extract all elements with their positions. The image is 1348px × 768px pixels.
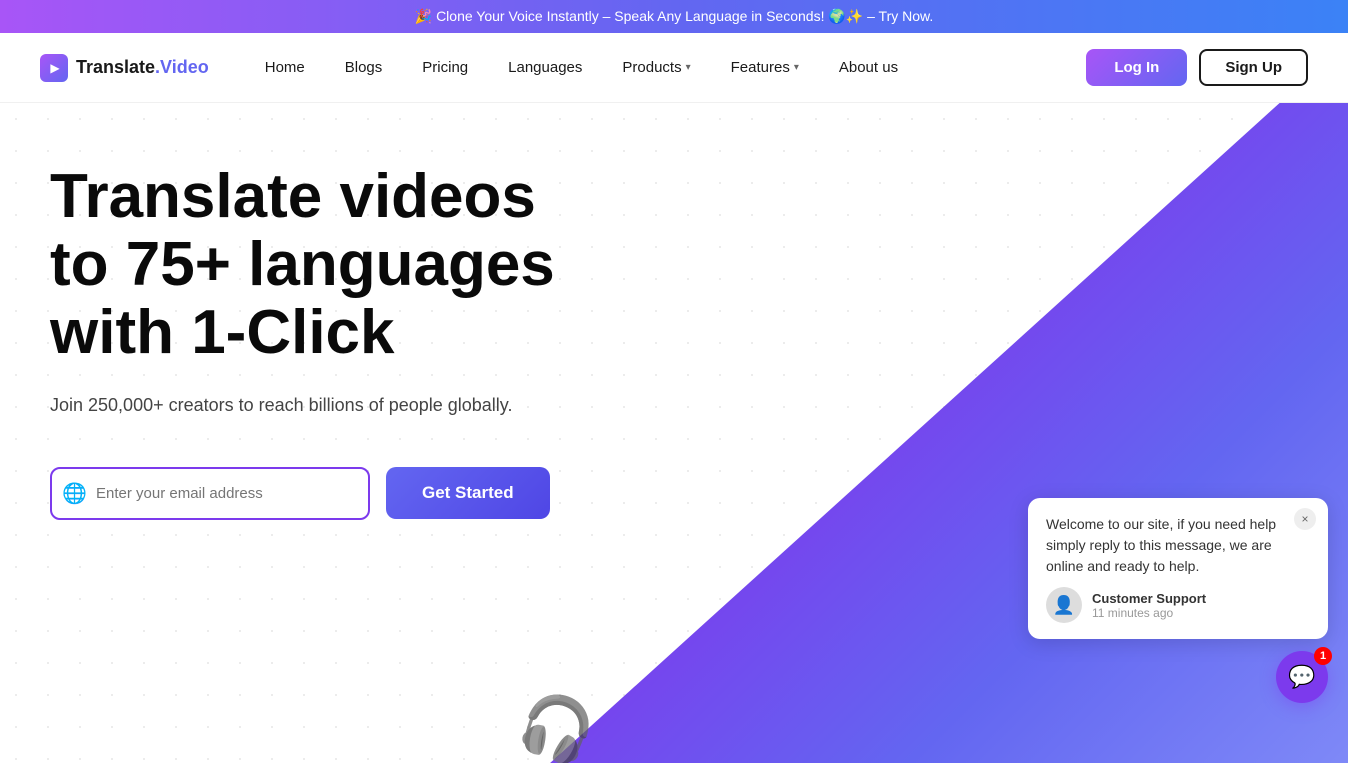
hero-cta: 🌐 Get Started [50, 467, 610, 520]
avatar-icon: 👤 [1053, 595, 1075, 616]
login-button[interactable]: Log In [1086, 49, 1187, 86]
nav-pricing[interactable]: Pricing [406, 51, 484, 84]
nav-languages[interactable]: Languages [492, 51, 598, 84]
nav-products[interactable]: Products ▾ [606, 51, 706, 84]
chat-fab-button[interactable]: 💬 1 [1276, 651, 1328, 703]
nav-actions: Log In Sign Up [1086, 49, 1308, 86]
products-chevron-icon: ▾ [686, 62, 691, 73]
email-input-wrapper: 🌐 [50, 467, 370, 520]
hero-subtitle: Join 250,000+ creators to reach billions… [50, 392, 610, 419]
globe-icon: 🌐 [62, 481, 87, 506]
chat-timestamp: 11 minutes ago [1092, 606, 1310, 620]
logo-link[interactable]: Translate.Video [40, 54, 209, 82]
nav-blogs[interactable]: Blogs [329, 51, 399, 84]
chat-bubble: × Welcome to our site, if you need help … [1028, 498, 1328, 639]
chat-badge-count: 1 [1314, 647, 1332, 665]
navbar: Translate.Video Home Blogs Pricing Langu… [0, 33, 1348, 103]
email-input[interactable] [50, 467, 370, 520]
banner-text: 🎉 Clone Your Voice Instantly – Speak Any… [415, 8, 934, 24]
chat-fab-icon: 💬 [1288, 664, 1315, 690]
chat-message: Welcome to our site, if you need help si… [1046, 514, 1310, 577]
nav-links: Home Blogs Pricing Languages Products ▾ … [249, 51, 1087, 84]
logo-text: Translate.Video [76, 57, 209, 78]
hero-section: Translate videos to 75+ languages with 1… [0, 103, 1348, 763]
nav-about[interactable]: About us [823, 51, 914, 84]
avatar: 👤 [1046, 587, 1082, 623]
nav-features[interactable]: Features ▾ [715, 51, 815, 84]
logo-icon [40, 54, 68, 82]
signup-button[interactable]: Sign Up [1199, 49, 1308, 86]
features-chevron-icon: ▾ [794, 62, 799, 73]
nav-home[interactable]: Home [249, 51, 321, 84]
chat-close-button[interactable]: × [1294, 508, 1316, 530]
chat-agent-name: Customer Support [1092, 591, 1310, 606]
chat-widget: × Welcome to our site, if you need help … [1028, 498, 1328, 703]
hero-content: Translate videos to 75+ languages with 1… [50, 163, 610, 520]
get-started-button[interactable]: Get Started [386, 467, 550, 519]
hero-title: Translate videos to 75+ languages with 1… [50, 163, 610, 368]
announcement-banner[interactable]: 🎉 Clone Your Voice Instantly – Speak Any… [0, 0, 1348, 33]
chat-meta: Customer Support 11 minutes ago [1092, 591, 1310, 620]
chat-footer: 👤 Customer Support 11 minutes ago [1046, 587, 1310, 623]
